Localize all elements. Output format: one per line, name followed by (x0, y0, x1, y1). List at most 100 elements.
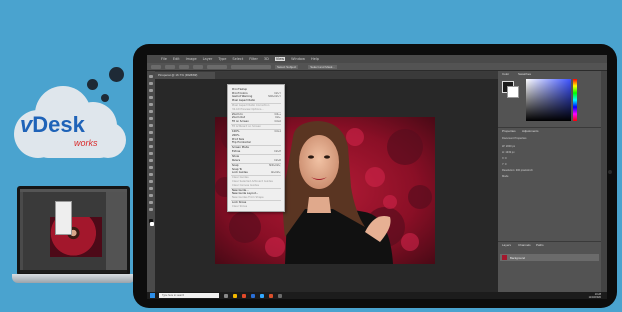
vdesk-logo: vDesk works (8, 84, 128, 164)
hue-slider[interactable] (573, 79, 577, 121)
menu-select[interactable]: Select (232, 57, 243, 61)
blur-tool-icon[interactable] (149, 159, 153, 162)
layer-thumbnail (502, 255, 507, 260)
prop-width[interactable]: W: 2000 px (502, 145, 515, 148)
zoom-tool-icon[interactable] (149, 208, 153, 211)
options-bar: Select Subject Select and Mask... (147, 63, 607, 71)
menu-window[interactable]: Window (291, 57, 305, 61)
gradient-tool-icon[interactable] (149, 152, 153, 155)
document-tab[interactable]: Pinsperat @ 16.7% (RGB/8#) (155, 72, 215, 79)
view-menu-item[interactable]: New Guide Layout... (232, 192, 258, 195)
sample-all-layers-option[interactable] (231, 64, 271, 69)
file-explorer-icon[interactable] (233, 293, 237, 298)
prop-mode[interactable]: Mode (502, 175, 509, 178)
stamp-tool-icon[interactable] (149, 131, 153, 134)
view-menu-shortcut: Ctrl+R (274, 158, 281, 162)
view-menu-shortcut: Ctrl+Y (274, 91, 281, 95)
menu-help[interactable]: Help (311, 57, 319, 61)
hand-tool-icon[interactable] (149, 201, 153, 204)
view-menu-item[interactable]: Zoom Out (232, 116, 245, 119)
view-menu-item[interactable]: Rulers (232, 159, 240, 162)
prop-resolution[interactable]: Resolution: 300 pixels/inch (502, 169, 533, 172)
mail-icon[interactable] (278, 293, 282, 298)
menu-layer[interactable]: Layer (203, 57, 213, 61)
prop-y[interactable]: Y: 0 (502, 163, 506, 166)
tool-preset-picker[interactable] (151, 64, 161, 69)
color-picker-field[interactable] (526, 79, 571, 121)
channels-panel-tab[interactable]: Channels (518, 243, 531, 247)
laptop-base (12, 274, 135, 283)
view-menu-item[interactable]: 200% (232, 134, 239, 137)
paths-panel-tab[interactable]: Paths (536, 243, 544, 247)
photoshop-icon[interactable] (260, 293, 264, 298)
prop-height[interactable]: H: 1333 px (502, 151, 515, 154)
color-panel-tab[interactable]: Color (502, 72, 509, 76)
add-option[interactable] (179, 64, 189, 69)
path-select-tool-icon[interactable] (149, 187, 153, 190)
office-icon[interactable] (269, 293, 273, 298)
background-color-icon[interactable] (150, 222, 154, 226)
type-tool-icon[interactable] (149, 180, 153, 183)
view-menu-item: Clear Guides (232, 176, 249, 180)
view-menu-item[interactable]: 100% (232, 130, 239, 133)
pen-tool-icon[interactable] (149, 173, 153, 176)
select-subject-button[interactable]: Select Subject (275, 64, 299, 69)
view-menu-item[interactable]: Screen Mode (232, 146, 249, 149)
view-menu-item[interactable]: Lock Guides (232, 171, 248, 174)
view-menu-item: Clear Selected Artboard Guides (232, 180, 273, 183)
subtract-option[interactable] (193, 64, 203, 69)
healing-tool-icon[interactable] (149, 117, 153, 120)
task-view-icon[interactable] (224, 293, 228, 298)
background-swatch[interactable] (507, 86, 519, 98)
edge-icon[interactable] (251, 293, 255, 298)
dodge-tool-icon[interactable] (149, 166, 153, 169)
view-menu-item[interactable]: Show (232, 155, 239, 158)
taskbar-search[interactable]: Type here to search (159, 293, 219, 298)
menu-file[interactable]: File (161, 57, 167, 61)
prop-x[interactable]: X: 0 (502, 157, 507, 160)
quick-select-tool-icon[interactable] (149, 96, 153, 99)
menu-filter[interactable]: Filter (249, 57, 258, 61)
view-menu-item: Fit Artboard on Screen (232, 125, 262, 129)
swatches-panel-tab[interactable]: Swatches (518, 72, 531, 76)
marquee-tool-icon[interactable] (149, 82, 153, 85)
eyedropper-tool-icon[interactable] (149, 110, 153, 113)
eraser-tool-icon[interactable] (149, 145, 153, 148)
view-menu-item[interactable]: Snap (232, 164, 239, 167)
view-menu-item[interactable]: Extras (232, 150, 240, 153)
chrome-icon[interactable] (242, 293, 246, 298)
view-menu-dropdown: Proof Setup Proof Colors Ctrl+Y Gamut Warni… (227, 84, 285, 212)
lasso-tool-icon[interactable] (149, 89, 153, 92)
menu-type[interactable]: Type (218, 57, 226, 61)
brush-size-option[interactable] (207, 64, 227, 69)
properties-panel-tab[interactable]: Properties (502, 129, 516, 133)
view-menu-item[interactable]: Lock Slices (232, 201, 246, 204)
menu-image[interactable]: Image (186, 57, 197, 61)
adjustments-panel-tab[interactable]: Adjustments (522, 129, 539, 133)
brush-tool-icon[interactable] (149, 124, 153, 127)
menu-3d[interactable]: 3D (264, 57, 269, 61)
view-menu-item[interactable]: Gamut Warning (232, 95, 252, 98)
select-and-mask-button[interactable]: Select and Mask... (308, 64, 337, 69)
view-menu-item: Clear Slices (232, 204, 248, 208)
view-menu-item[interactable]: Pixel Aspect Ratio (232, 99, 255, 102)
windows-start-icon[interactable] (150, 293, 155, 298)
view-menu-item[interactable]: Flip Horizontal (232, 141, 251, 144)
brand-v: v (20, 112, 33, 137)
tools-panel (147, 71, 155, 299)
menu-view[interactable]: View (274, 57, 286, 61)
view-menu-item[interactable]: Fit on Screen (232, 120, 249, 123)
layers-panel-tab[interactable]: Layers (502, 243, 511, 247)
menu-edit[interactable]: Edit (173, 57, 180, 61)
crop-tool-icon[interactable] (149, 103, 153, 106)
view-menu-shortcut: Ctrl+- (275, 116, 281, 120)
view-menu-item[interactable]: Proof Setup (232, 88, 247, 91)
history-brush-tool-icon[interactable] (149, 138, 153, 141)
view-menu-shortcut: Shift+Ctrl+; (269, 164, 281, 167)
brand-wordmark: vDesk (20, 112, 85, 138)
layer-row[interactable]: Background (500, 254, 599, 261)
shape-tool-icon[interactable] (149, 194, 153, 197)
move-tool-icon[interactable] (149, 75, 153, 78)
panels-dock: Color Swatches Properties Adjustments Do… (498, 71, 601, 299)
brush-option[interactable] (165, 64, 175, 69)
